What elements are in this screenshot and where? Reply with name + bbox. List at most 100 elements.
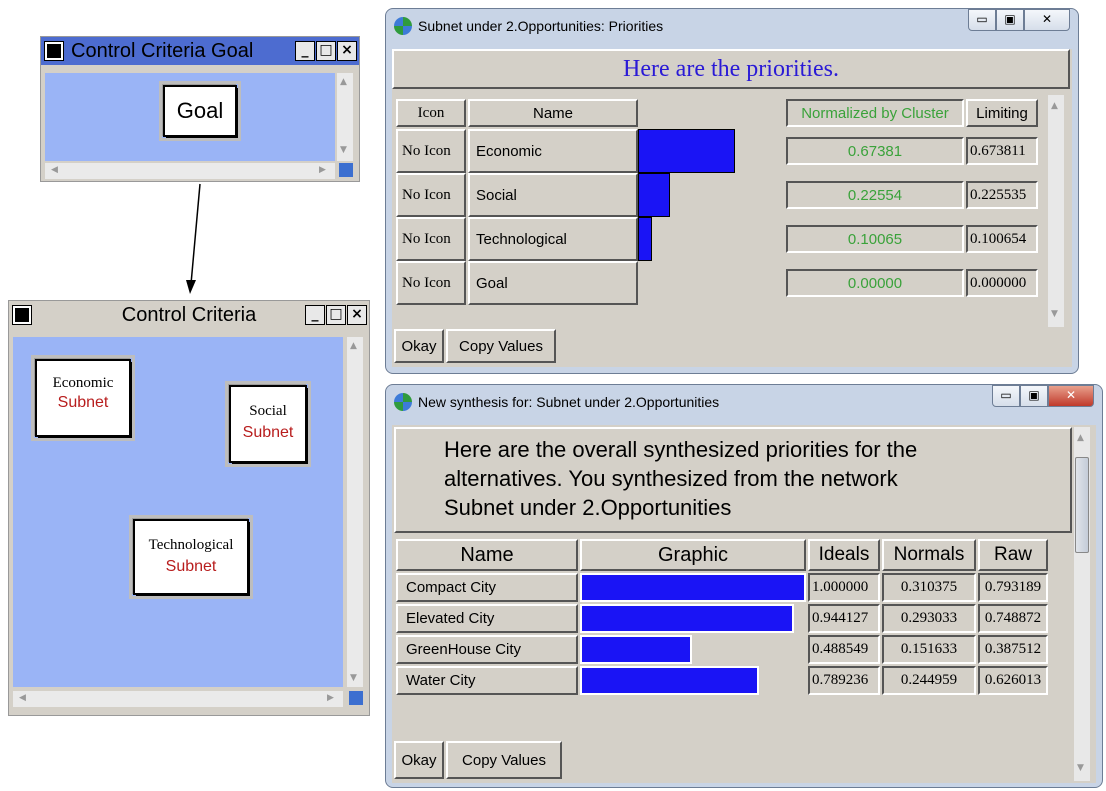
row-ideals-value: 0.488549: [808, 635, 880, 664]
scroll-up-icon[interactable]: ▲: [1077, 433, 1084, 443]
control-criteria-titlebar[interactable]: Control Criteria _ □ ×: [9, 301, 369, 329]
scroll-down-icon[interactable]: ▼: [340, 145, 347, 155]
minimize-button[interactable]: ▭: [992, 385, 1020, 407]
copy-values-button[interactable]: Copy Values: [446, 329, 556, 363]
priorities-scrollbar[interactable]: ▲ ▼: [1048, 95, 1064, 327]
minimize-button[interactable]: _: [305, 305, 325, 325]
row-name-cell[interactable]: Goal: [468, 261, 638, 305]
control-criteria-window: Control Criteria _ □ × ▲ ▼ ◀ ▶ Economic …: [8, 300, 370, 716]
row-name-cell[interactable]: Technological: [468, 217, 638, 261]
scroll-up-icon[interactable]: ▲: [350, 341, 357, 351]
economic-node[interactable]: Economic Subnet: [31, 355, 135, 441]
app-icon: [394, 393, 412, 411]
row-name-cell[interactable]: Water City: [396, 666, 578, 695]
priorities-window-title: Subnet under 2.Opportunities: Priorities: [418, 18, 664, 34]
scroll-up-icon[interactable]: ▲: [1051, 101, 1058, 111]
scroll-left-icon[interactable]: ◀: [51, 165, 58, 175]
synthesis-window: New synthesis for: Subnet under 2.Opport…: [385, 384, 1103, 788]
social-node-name: Social: [249, 403, 287, 419]
scroll-thumb[interactable]: [1075, 457, 1089, 553]
goal-node[interactable]: Goal: [159, 81, 241, 141]
goal-vertical-scrollbar[interactable]: ▲ ▼: [337, 73, 353, 161]
header-ideals: Ideals: [808, 539, 880, 571]
row-icon-cell[interactable]: No Icon: [396, 129, 466, 173]
row-normalized-value: 0.10065: [786, 225, 964, 253]
row-limiting-value: 0.100654: [966, 225, 1038, 253]
row-normalized-value: 0.22554: [786, 181, 964, 209]
header-name: Name: [468, 99, 638, 127]
goal-window: Control Criteria Goal _ □ × ▲ ▼ ◀ ▶ Goal: [40, 36, 360, 182]
row-name-cell[interactable]: Economic: [468, 129, 638, 173]
synthesis-bar: [580, 604, 794, 633]
synthesis-heading-line-1: Here are the overall synthesized priorit…: [444, 437, 918, 462]
control-horizontal-scrollbar[interactable]: ◀ ▶: [13, 691, 343, 707]
okay-button[interactable]: Okay: [394, 329, 444, 363]
resize-grip-icon[interactable]: [349, 691, 363, 705]
row-limiting-value: 0.225535: [966, 181, 1038, 209]
maximize-button[interactable]: ▣: [996, 9, 1024, 31]
resize-grip-icon[interactable]: [339, 163, 353, 177]
row-name-cell[interactable]: GreenHouse City: [396, 635, 578, 664]
technological-node[interactable]: Technological Subnet: [129, 515, 253, 599]
scroll-down-icon[interactable]: ▼: [1077, 763, 1084, 773]
close-button[interactable]: ✕: [1024, 9, 1070, 31]
control-vertical-scrollbar[interactable]: ▲ ▼: [347, 337, 363, 687]
priorities-titlebar[interactable]: Subnet under 2.Opportunities: Priorities: [394, 17, 663, 35]
close-button[interactable]: ×: [337, 41, 357, 61]
goal-node-label: Goal: [176, 98, 224, 123]
goal-window-title: Control Criteria Goal: [71, 39, 254, 62]
okay-button[interactable]: Okay: [394, 741, 444, 779]
row-name-cell[interactable]: Compact City: [396, 573, 578, 602]
header-name: Name: [396, 539, 578, 571]
maximize-button[interactable]: ▣: [1020, 385, 1048, 407]
system-menu-icon[interactable]: [45, 42, 63, 60]
copy-values-button[interactable]: Copy Values: [446, 741, 562, 779]
goal-window-titlebar[interactable]: Control Criteria Goal _ □ ×: [41, 37, 359, 65]
row-icon-cell[interactable]: No Icon: [396, 173, 466, 217]
header-limiting: Limiting: [966, 99, 1038, 127]
row-normals-value: 0.244959: [882, 666, 976, 695]
row-icon-cell[interactable]: No Icon: [396, 217, 466, 261]
technological-node-name: Technological: [148, 537, 234, 553]
row-normalized-value: 0.00000: [786, 269, 964, 297]
maximize-button[interactable]: □: [326, 305, 346, 325]
social-node[interactable]: Social Subnet: [225, 381, 311, 467]
synthesis-heading-line-3: Subnet under 2.Opportunities: [444, 495, 732, 520]
header-normalized-by-cluster: Normalized by Cluster: [786, 99, 964, 127]
synthesis-bar: [580, 573, 806, 602]
scroll-up-icon[interactable]: ▲: [340, 77, 347, 87]
header-graphic: Graphic: [580, 539, 806, 571]
priority-bar: [638, 173, 670, 217]
row-limiting-value: 0.000000: [966, 269, 1038, 297]
scroll-down-icon[interactable]: ▼: [1051, 309, 1058, 319]
row-icon-cell[interactable]: No Icon: [396, 261, 466, 305]
synthesis-heading-line-2: alternatives. You synthesized from the n…: [444, 466, 898, 491]
close-button[interactable]: ✕: [1048, 385, 1094, 407]
row-name-cell[interactable]: Elevated City: [396, 604, 578, 633]
row-normals-value: 0.293033: [882, 604, 976, 633]
row-ideals-value: 0.944127: [808, 604, 880, 633]
scroll-right-icon[interactable]: ▶: [327, 693, 334, 703]
economic-node-name: Economic: [52, 375, 114, 391]
goal-horizontal-scrollbar[interactable]: ◀ ▶: [45, 163, 335, 179]
close-button[interactable]: ×: [347, 305, 367, 325]
scroll-right-icon[interactable]: ▶: [319, 165, 326, 175]
synthesis-bar: [580, 666, 759, 695]
minimize-button[interactable]: ▭: [968, 9, 996, 31]
synthesis-scrollbar[interactable]: ▲ ▼: [1074, 427, 1090, 781]
row-raw-value: 0.626013: [978, 666, 1048, 695]
header-icon: Icon: [396, 99, 466, 127]
maximize-button[interactable]: □: [316, 41, 336, 61]
row-raw-value: 0.387512: [978, 635, 1048, 664]
priority-bar: [638, 129, 735, 173]
economic-node-subnet: Subnet: [57, 394, 109, 411]
scroll-down-icon[interactable]: ▼: [350, 673, 357, 683]
synthesis-titlebar[interactable]: New synthesis for: Subnet under 2.Opport…: [394, 393, 719, 411]
priorities-panel: Here are the priorities. Icon Name Norma…: [392, 49, 1072, 367]
minimize-button[interactable]: _: [295, 41, 315, 61]
row-name-cell[interactable]: Social: [468, 173, 638, 217]
row-limiting-value: 0.673811: [966, 137, 1038, 165]
social-node-subnet: Subnet: [242, 424, 294, 441]
scroll-left-icon[interactable]: ◀: [19, 693, 26, 703]
row-raw-value: 0.793189: [978, 573, 1048, 602]
